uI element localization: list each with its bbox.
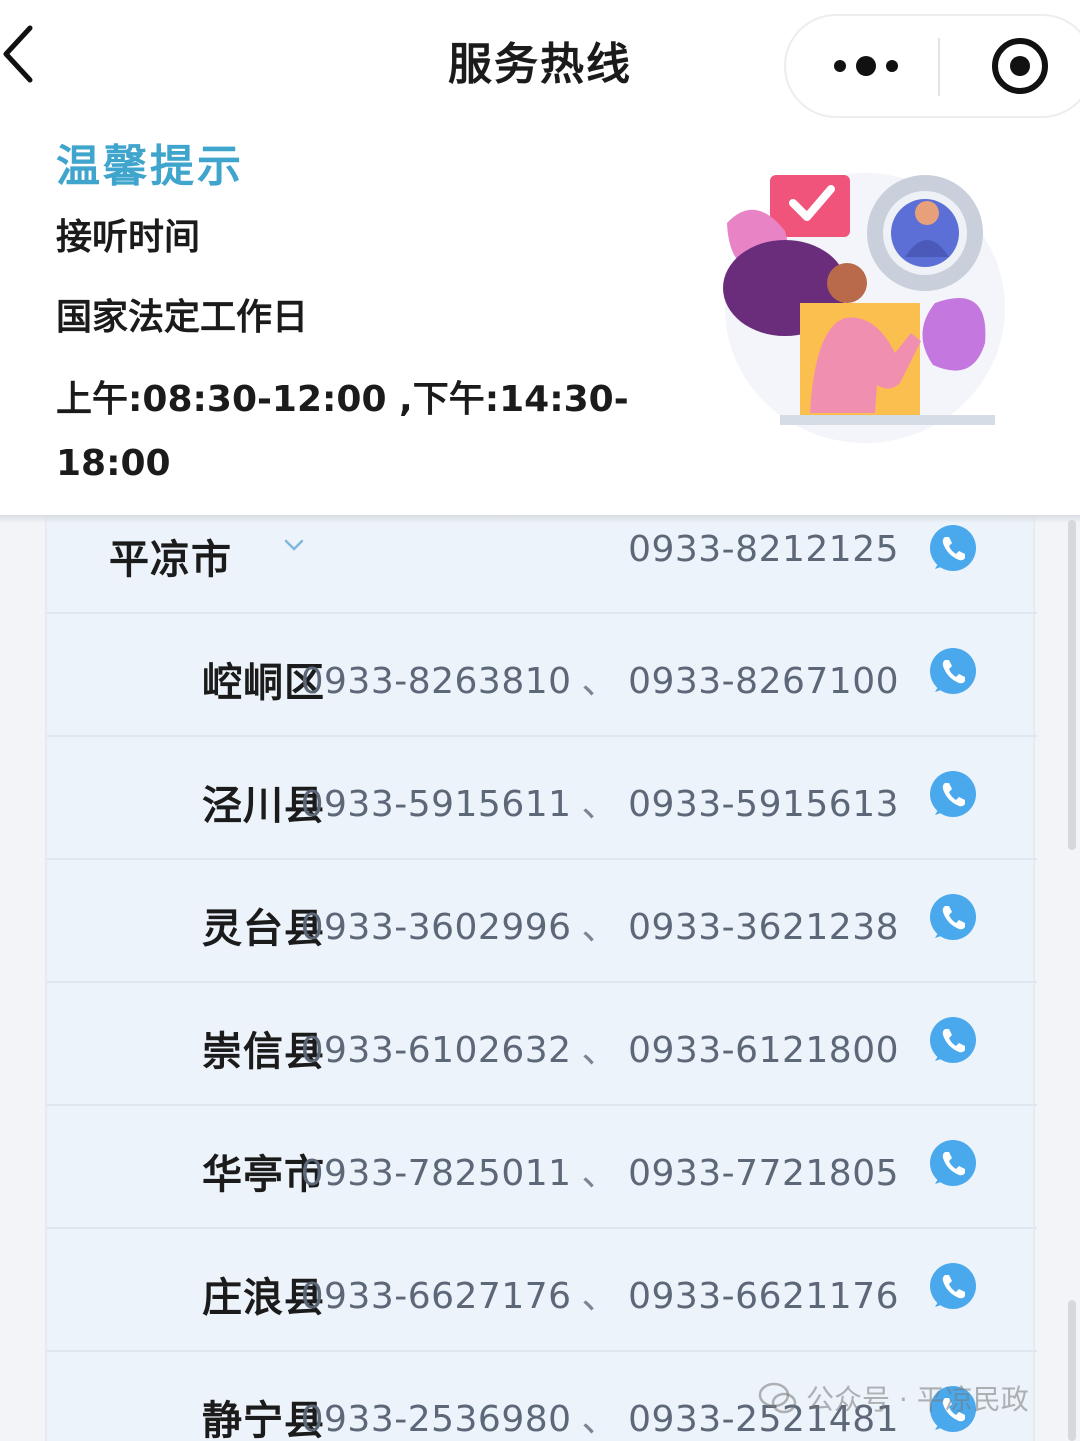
phone-number-1[interactable]: 0933-8263810 (301, 661, 572, 702)
phone-number-1[interactable]: 0933-3602996 (301, 907, 572, 948)
list-item[interactable]: 崇信县 0933-6102632、 0933-6121800 (47, 983, 1037, 1106)
list-header-row[interactable]: 平凉市 0933-8212125 (47, 515, 1037, 614)
phone-number-2[interactable]: 0933-7721805 (628, 1153, 899, 1194)
phone-separator: 、 (581, 907, 619, 948)
list-item[interactable]: 华亭市 0933-7825011、 0933-7721805 (47, 1106, 1037, 1229)
wechat-icon (758, 1382, 797, 1414)
list-top-shadow (0, 515, 1080, 523)
watermark-text: 公众号 · 平凉民政 (806, 1383, 1029, 1416)
phone-call-icon[interactable] (927, 1138, 979, 1190)
phone-number-1[interactable]: 0933-5915611 (301, 784, 572, 825)
more-dots-icon (834, 56, 898, 76)
phone-number-2[interactable]: 0933-6121800 (628, 1030, 899, 1071)
customer-service-illustration (723, 173, 1005, 443)
phone-separator: 、 (581, 1153, 619, 1194)
phone-call-icon[interactable] (927, 646, 979, 698)
tip-hours-value: 上午:08:30-12:00 ,下午:14:30-18:00 (56, 379, 629, 484)
district-phones[interactable]: 0933-8263810、 0933-8267100 (301, 652, 899, 704)
phone-call-icon[interactable] (927, 769, 979, 821)
list-item[interactable]: 灵台县 0933-3602996、 0933-3621238 (47, 860, 1037, 983)
phone-separator: 、 (581, 1276, 619, 1317)
district-phones[interactable]: 0933-6627176、 0933-6621176 (301, 1267, 899, 1319)
district-phones[interactable]: 0933-3602996、 0933-3621238 (301, 898, 899, 950)
phone-number-2[interactable]: 0933-5915613 (628, 784, 899, 825)
list-item[interactable]: 庄浪县 0933-6627176、 0933-6621176 (47, 1229, 1037, 1352)
phone-call-icon[interactable] (927, 523, 979, 575)
phone-number-2[interactable]: 0933-3621238 (628, 907, 899, 948)
phone-number-1[interactable]: 0933-7825011 (301, 1153, 572, 1194)
scrollbar-lower[interactable] (1068, 1300, 1076, 1441)
phone-number-2[interactable]: 0933-8267100 (628, 661, 899, 702)
target-circle-icon (992, 38, 1048, 94)
chevron-down-icon[interactable] (282, 533, 306, 557)
phone-call-icon[interactable] (927, 1015, 979, 1067)
phone-separator: 、 (581, 1030, 619, 1071)
phone-number-1[interactable]: 0933-6627176 (301, 1276, 572, 1317)
gear-icon (867, 175, 983, 291)
tip-workdays: 国家法定工作日 (56, 297, 309, 338)
district-phones[interactable]: 0933-6102632、 0933-6121800 (301, 1021, 899, 1073)
hotline-list[interactable]: 平凉市 0933-8212125 崆峒区 0933-8263810、 0933-82… (0, 515, 1080, 1441)
tip-hours-label: 接听时间 (56, 217, 201, 258)
hotline-card: 平凉市 0933-8212125 崆峒区 0933-8263810、 0933-82… (45, 515, 1037, 1441)
district-phones[interactable]: 0933-5915611、 0933-5915613 (301, 775, 899, 827)
capsule-divider (938, 38, 940, 96)
scrollbar[interactable] (1068, 520, 1076, 850)
more-button[interactable] (816, 16, 946, 116)
city-phone[interactable]: 0933-8212125 (628, 529, 899, 570)
phone-number-2[interactable]: 0933-6621176 (628, 1276, 899, 1317)
list-item[interactable]: 泾川县 0933-5915611、 0933-5915613 (47, 737, 1037, 860)
phone-call-icon[interactable] (927, 892, 979, 944)
close-mini-program-button[interactable] (964, 16, 1074, 116)
phone-separator: 、 (581, 1399, 619, 1440)
district-phones[interactable]: 0933-7825011、 0933-7721805 (301, 1144, 899, 1196)
city-name: 平凉市 (109, 537, 232, 583)
phone-separator: 、 (581, 661, 619, 702)
nav-bar: 服务热线 (0, 0, 1080, 120)
phone-number-1[interactable]: 0933-6102632 (301, 1030, 572, 1071)
phone-separator: 、 (581, 784, 619, 825)
mini-program-capsule (784, 14, 1080, 118)
list-item[interactable]: 崆峒区 0933-8263810、 0933-8267100 (47, 614, 1037, 737)
tip-title: 温馨提示 (56, 141, 244, 192)
phone-number-1[interactable]: 0933-2536980 (301, 1399, 572, 1440)
tip-card: 温馨提示 接听时间 国家法定工作日 上午:08:30-12:00 ,下午:14:… (0, 118, 1080, 518)
phone-call-icon[interactable] (927, 1261, 979, 1313)
